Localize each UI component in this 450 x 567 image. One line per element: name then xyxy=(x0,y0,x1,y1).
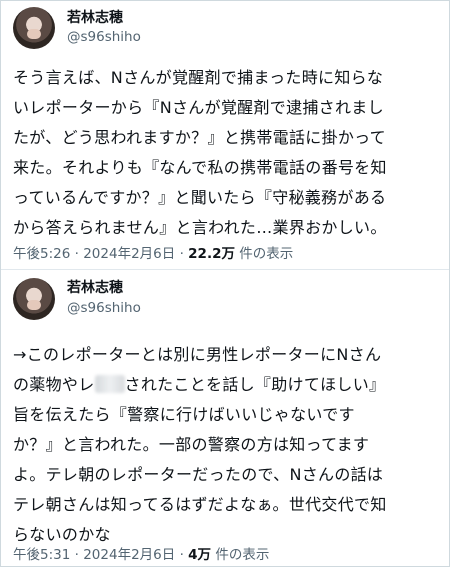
tweet-meta: 午後5:26 · 2024年2月6日 · 22.2万 件の表示 xyxy=(13,245,293,263)
censored-text xyxy=(94,375,125,393)
tweet-text-fragment: されたことを話し『助けてほしい』 xyxy=(124,375,386,394)
tweet[interactable]: 若林志穂 @s96shiho そう言えば、Nさんが覚醒剤で捕まった時に知らな い… xyxy=(1,1,449,270)
meta-separator: · xyxy=(179,246,184,262)
tweet-text: そう言えば、Nさんが覚醒剤で捕まった時に知らな いレポーターから『Nさんが覚醒剤… xyxy=(13,63,441,243)
tweet-meta: 午後5:31 · 2024年2月6日 · 4万 件の表示 xyxy=(13,546,269,564)
tweet-text-line: そう言えば、Nさんが覚醒剤で捕まった時に知らな xyxy=(13,68,384,87)
tweet-text-line: 旨を伝えたら『警察に行けばいいじゃないです xyxy=(13,405,355,424)
tweet-text: →このレポーターとは別に男性レポーターにNさん の薬物やレ されたことを話し『助け… xyxy=(13,340,441,550)
tweet-text-line: の薬物やレ されたことを話し『助けてほしい』 xyxy=(13,370,441,400)
meta-separator: · xyxy=(74,246,79,262)
tweet-time[interactable]: 午後5:31 xyxy=(13,547,70,563)
tweet-text-line: いレポーターから『Nさんが覚醒剤で逮捕されまし xyxy=(13,98,384,117)
tweet-text-line: か？』と言われた。一部の警察の方は知ってます xyxy=(13,435,370,454)
avatar[interactable] xyxy=(13,278,55,320)
tweet-date[interactable]: 2024年2月6日 xyxy=(83,246,175,262)
tweet-date[interactable]: 2024年2月6日 xyxy=(83,547,175,563)
views-count[interactable]: 4万 xyxy=(188,547,211,563)
tweet-text-line: テレ朝さんは知ってるはずだよなぁ。世代交代で知 xyxy=(13,495,387,514)
tweet-thread: 若林志穂 @s96shiho そう言えば、Nさんが覚醒剤で捕まった時に知らな い… xyxy=(0,0,450,567)
avatar[interactable] xyxy=(13,7,55,49)
tweet-text-line: →このレポーターとは別に男性レポーターにNさん xyxy=(13,345,382,364)
tweet[interactable]: 若林志穂 @s96shiho →このレポーターとは別に男性レポーターにNさん の… xyxy=(1,270,449,566)
author-handle[interactable]: @s96shiho xyxy=(67,300,141,317)
views-count[interactable]: 22.2万 xyxy=(188,246,235,262)
tweet-text-fragment: の薬物やレ xyxy=(13,375,95,394)
meta-separator: · xyxy=(179,547,184,563)
tweet-text-line: っているんですか？』と聞いたら『守秘義務がある xyxy=(13,188,387,207)
tweet-text-line: 来た。それよりも『なんで私の携帯電話の番号を知 xyxy=(13,158,387,177)
meta-separator: · xyxy=(74,547,79,563)
author-handle[interactable]: @s96shiho xyxy=(67,29,141,46)
author-display-name[interactable]: 若林志穂 xyxy=(67,9,123,27)
views-label: 件の表示 xyxy=(215,547,270,563)
tweet-text-line: たが、どう思われますか？』と携帯電話に掛かって xyxy=(13,128,386,147)
tweet-text-line: から答えられません』と言われた…業界おかしい。 xyxy=(13,218,387,237)
tweet-time[interactable]: 午後5:26 xyxy=(13,246,70,262)
author-display-name[interactable]: 若林志穂 xyxy=(67,279,123,297)
tweet-text-line: よ。テレ朝のレポーターだったので、Nさんの話は xyxy=(13,465,384,484)
views-label: 件の表示 xyxy=(239,246,294,262)
